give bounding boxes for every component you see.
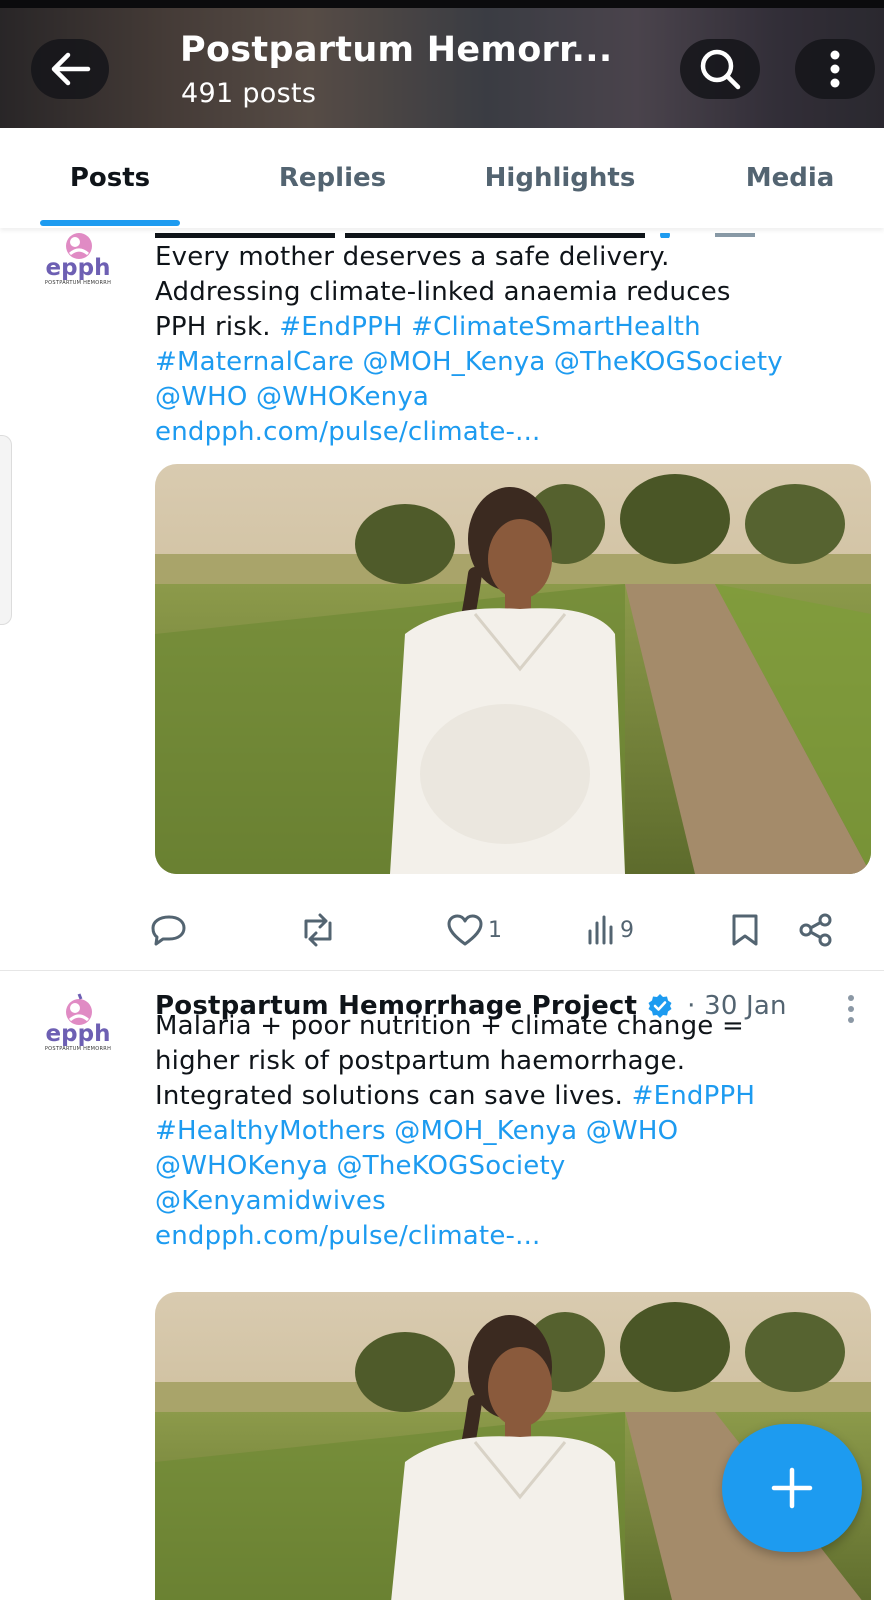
plus-icon bbox=[771, 1467, 813, 1509]
like-button[interactable]: 1 bbox=[446, 905, 502, 955]
tab-highlights[interactable]: Highlights bbox=[470, 128, 650, 228]
reply-button[interactable] bbox=[150, 905, 192, 955]
post-text: Malaria + poor nutrition + climate chang… bbox=[155, 1009, 855, 1254]
bookmark-icon bbox=[732, 914, 758, 946]
active-tab-indicator bbox=[40, 220, 180, 226]
mention-link[interactable]: @Kenyamidwives bbox=[155, 1184, 855, 1219]
like-count: 1 bbox=[488, 917, 502, 943]
more-options-button[interactable] bbox=[795, 39, 875, 99]
share-button[interactable] bbox=[798, 905, 834, 955]
profile-header: Postpartum Hemorr... 491 posts bbox=[0, 0, 884, 128]
profile-tabs: Posts Replies Highlights Media bbox=[0, 128, 884, 228]
post-text-line: PPH risk. #EndPPH #ClimateSmartHealth bbox=[155, 310, 855, 345]
search-icon bbox=[700, 49, 741, 90]
heart-icon bbox=[447, 914, 483, 946]
views-button[interactable]: 9 bbox=[586, 905, 634, 955]
avatar-wordmark: epph bbox=[45, 255, 111, 281]
avatar[interactable]: epph POSTPARTUM HEMORRH bbox=[38, 224, 118, 294]
post-header-partial bbox=[155, 228, 855, 238]
tab-posts[interactable]: Posts bbox=[40, 128, 180, 228]
repost-button[interactable] bbox=[298, 905, 342, 955]
vineyard-photo bbox=[155, 464, 871, 874]
more-vertical-icon bbox=[830, 50, 840, 88]
mention-link[interactable]: @WHO @WHOKenya bbox=[155, 380, 855, 415]
hashtag-link[interactable]: #EndPPH bbox=[632, 1081, 756, 1111]
post-text-line: higher risk of postpartum haemorrhage. bbox=[155, 1046, 686, 1076]
avatar-wordmark: epph bbox=[45, 1021, 111, 1047]
post-text: Every mother deserves a safe delivery. A… bbox=[155, 240, 855, 450]
view-count: 9 bbox=[620, 917, 634, 943]
post-text-line: Malaria + poor nutrition + climate chang… bbox=[155, 1011, 744, 1041]
post-text-line: Addressing climate-linked anaemia reduce… bbox=[155, 277, 731, 307]
avatar-tagline: POSTPARTUM HEMORRH bbox=[44, 1046, 112, 1052]
post-count: 491 posts bbox=[181, 78, 317, 109]
post-text-segment: PPH risk. bbox=[155, 312, 280, 342]
arrow-left-icon bbox=[51, 52, 91, 86]
back-button[interactable] bbox=[31, 39, 109, 99]
post-divider bbox=[0, 970, 884, 971]
avatar-tagline: POSTPARTUM HEMORRH bbox=[44, 280, 112, 286]
post-text-segment: Integrated solutions can save lives. bbox=[155, 1081, 632, 1111]
post-text-line: Integrated solutions can save lives. #En… bbox=[155, 1079, 855, 1114]
edge-panel-handle[interactable] bbox=[0, 435, 12, 625]
bookmark-button[interactable] bbox=[730, 905, 760, 955]
share-icon bbox=[799, 913, 832, 947]
clipped-header-text bbox=[155, 230, 755, 238]
post-text-line: Every mother deserves a safe delivery. bbox=[155, 242, 670, 272]
views-icon bbox=[588, 915, 613, 945]
mention-link[interactable]: #HealthyMothers @MOH_Kenya @WHO bbox=[155, 1114, 855, 1149]
search-button[interactable] bbox=[680, 39, 760, 99]
mention-link[interactable]: #MaternalCare @MOH_Kenya @TheKOGSociety bbox=[155, 345, 855, 380]
page-title: Postpartum Hemorr... bbox=[180, 30, 613, 70]
post-image[interactable] bbox=[155, 464, 871, 874]
tab-replies[interactable]: Replies bbox=[255, 128, 410, 228]
url-link[interactable]: endpph.com/pulse/climate-... bbox=[155, 1219, 855, 1254]
mention-link[interactable]: @WHOKenya @TheKOGSociety bbox=[155, 1149, 855, 1184]
reply-icon bbox=[151, 915, 186, 946]
post-actions: 1 9 bbox=[150, 905, 880, 955]
compose-button[interactable] bbox=[722, 1424, 862, 1552]
tab-media[interactable]: Media bbox=[725, 128, 855, 228]
hashtag-link[interactable]: #EndPPH #ClimateSmartHealth bbox=[279, 312, 701, 342]
repost-icon bbox=[304, 913, 332, 947]
url-link[interactable]: endpph.com/pulse/climate-... bbox=[155, 415, 855, 450]
avatar[interactable]: epph POSTPARTUM HEMORRH bbox=[38, 990, 118, 1060]
